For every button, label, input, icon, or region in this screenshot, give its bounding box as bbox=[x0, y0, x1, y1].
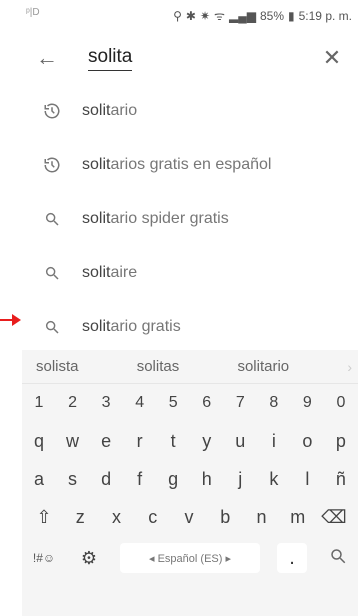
search-icon bbox=[22, 319, 82, 335]
suggestion-item[interactable]: solitaire bbox=[22, 246, 358, 300]
status-bar: ᵖ|D ⚲ ✱ ✷ ᯤ ▂▄▆ 85% ▮ 5:19 p. m. bbox=[22, 0, 358, 30]
key[interactable]: d bbox=[91, 469, 121, 490]
key[interactable]: 7 bbox=[225, 394, 255, 412]
prediction-item[interactable]: solitas bbox=[137, 358, 180, 375]
search-icon bbox=[22, 265, 82, 281]
key[interactable]: a bbox=[24, 469, 54, 490]
close-icon[interactable]: ✕ bbox=[320, 46, 344, 70]
key[interactable]: 0 bbox=[326, 394, 356, 412]
key[interactable]: v bbox=[175, 507, 203, 528]
key[interactable]: y bbox=[192, 431, 222, 452]
keyboard-row-numbers: 1 2 3 4 5 6 7 8 9 0 bbox=[22, 384, 358, 422]
key[interactable]: e bbox=[91, 431, 121, 452]
suggestion-item[interactable]: solitario bbox=[22, 84, 358, 138]
search-key-icon[interactable] bbox=[324, 547, 352, 570]
search-bar: ← solita ✕ bbox=[22, 38, 358, 84]
search-icon bbox=[22, 211, 82, 227]
silent-icon: ✷ bbox=[199, 8, 211, 23]
key[interactable]: h bbox=[192, 469, 222, 490]
status-right: ⚲ ✱ ✷ ᯤ ▂▄▆ 85% ▮ 5:19 p. m. bbox=[173, 7, 352, 24]
suggestion-item[interactable]: solitario spider gratis bbox=[22, 192, 358, 246]
status-left-icons: ᵖ|D bbox=[26, 7, 40, 18]
key[interactable]: c bbox=[139, 507, 167, 528]
location-icon: ⚲ bbox=[173, 8, 182, 23]
suggestion-text: solitario bbox=[82, 102, 138, 119]
key[interactable]: f bbox=[125, 469, 155, 490]
key[interactable]: m bbox=[284, 507, 312, 528]
key[interactable]: k bbox=[259, 469, 289, 490]
key[interactable]: s bbox=[58, 469, 88, 490]
key[interactable]: 2 bbox=[58, 394, 88, 412]
keyboard-row-1: q w e r t y u i o p bbox=[22, 422, 358, 460]
search-input[interactable]: solita bbox=[88, 46, 133, 71]
key[interactable]: 5 bbox=[158, 394, 188, 412]
period-key[interactable]: . bbox=[277, 543, 307, 573]
key[interactable]: 1 bbox=[24, 394, 54, 412]
suggestion-item[interactable]: solitario gratis bbox=[22, 300, 358, 354]
space-bar[interactable]: ◂ Español (ES) ▸ bbox=[120, 543, 260, 573]
red-arrow-icon bbox=[0, 314, 21, 326]
keyboard: solista solitas solitario › 1 2 3 4 5 6 … bbox=[22, 350, 358, 616]
app-screen: ᵖ|D ⚲ ✱ ✷ ᯤ ▂▄▆ 85% ▮ 5:19 p. m. ← solit… bbox=[0, 0, 358, 616]
key[interactable]: t bbox=[158, 431, 188, 452]
suggestion-list: solitario solitarios gratis en español s… bbox=[22, 84, 358, 354]
key[interactable]: 6 bbox=[192, 394, 222, 412]
suggestion-text: solitarios gratis en español bbox=[82, 156, 272, 173]
key[interactable]: j bbox=[225, 469, 255, 490]
key[interactable]: i bbox=[259, 431, 289, 452]
history-icon bbox=[22, 102, 82, 120]
prediction-item[interactable]: solista bbox=[36, 358, 79, 375]
clock: 5:19 p. m. bbox=[298, 8, 352, 23]
key[interactable]: ñ bbox=[326, 469, 356, 490]
key[interactable]: g bbox=[158, 469, 188, 490]
back-arrow-icon[interactable]: ← bbox=[36, 46, 60, 70]
key[interactable]: 9 bbox=[292, 394, 322, 412]
key[interactable]: w bbox=[58, 431, 88, 452]
suggestion-text: solitaire bbox=[82, 264, 138, 281]
key[interactable]: b bbox=[211, 507, 239, 528]
key[interactable]: x bbox=[103, 507, 131, 528]
chevron-right-icon[interactable]: › bbox=[347, 359, 352, 375]
backspace-icon[interactable]: ⌫ bbox=[320, 507, 348, 528]
prediction-bar: solista solitas solitario › bbox=[22, 350, 358, 384]
bluetooth-icon: ✱ bbox=[185, 8, 196, 23]
keyboard-row-bottom: !#☺ ⚙ ◂ Español (ES) ▸ . bbox=[22, 536, 358, 580]
battery-percent: 85% bbox=[259, 8, 285, 23]
prediction-item[interactable]: solitario bbox=[237, 358, 289, 375]
signal-icon: ▂▄▆ bbox=[229, 8, 256, 23]
key[interactable]: 3 bbox=[91, 394, 121, 412]
key[interactable]: l bbox=[292, 469, 322, 490]
key[interactable]: 8 bbox=[259, 394, 289, 412]
keyboard-row-3: ⇧ z x c v b n m ⌫ bbox=[22, 498, 358, 536]
history-icon bbox=[22, 156, 82, 174]
suggestion-item[interactable]: solitarios gratis en español bbox=[22, 138, 358, 192]
key[interactable]: 4 bbox=[125, 394, 155, 412]
key[interactable]: o bbox=[292, 431, 322, 452]
key[interactable]: n bbox=[248, 507, 276, 528]
key[interactable]: q bbox=[24, 431, 54, 452]
settings-gear-icon[interactable]: ⚙ bbox=[75, 548, 103, 569]
suggestion-text: solitario gratis bbox=[82, 318, 181, 335]
key[interactable]: z bbox=[66, 507, 94, 528]
symbols-key[interactable]: !#☺ bbox=[30, 551, 58, 565]
battery-icon: ▮ bbox=[288, 8, 295, 23]
key[interactable]: p bbox=[326, 431, 356, 452]
suggestion-text: solitario spider gratis bbox=[82, 210, 229, 227]
keyboard-row-2: a s d f g h j k l ñ bbox=[22, 460, 358, 498]
wifi-icon: ᯤ bbox=[214, 9, 226, 23]
key[interactable]: r bbox=[125, 431, 155, 452]
key[interactable]: u bbox=[225, 431, 255, 452]
shift-icon[interactable]: ⇧ bbox=[30, 507, 58, 528]
